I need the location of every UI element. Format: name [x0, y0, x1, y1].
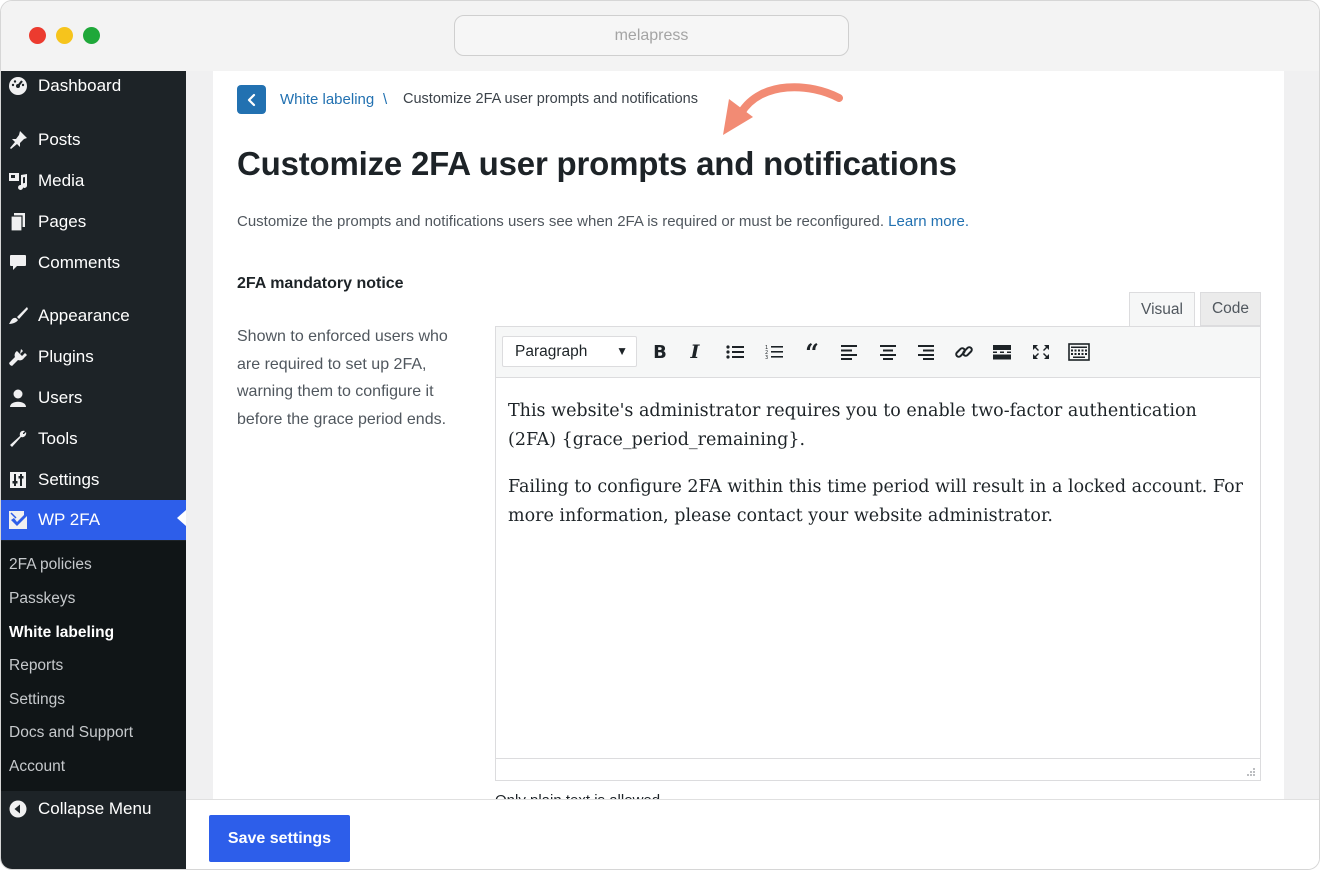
menu-label: Tools [38, 429, 78, 448]
align-left-icon[interactable] [836, 339, 862, 365]
menu-item-appearance[interactable]: Appearance [1, 298, 186, 334]
section-help-text: Shown to enforced users who are required… [237, 328, 448, 428]
address-bar[interactable]: melapress [454, 15, 849, 56]
sliders-icon [7, 469, 29, 491]
menu-label: Media [38, 171, 85, 190]
wp2fa-icon [7, 509, 29, 531]
link-icon[interactable] [951, 339, 977, 365]
editor-paragraph: Failing to configure 2FA within this tim… [508, 477, 1243, 526]
page-title: Customize 2FA user prompts and notificat… [237, 145, 957, 182]
maximize-window-button[interactable] [83, 27, 100, 44]
tab-code[interactable]: Code [1200, 292, 1261, 326]
read-more-icon[interactable] [989, 339, 1015, 365]
rich-text-editor: Paragraph ▼ B I 123 “ This website's adm… [495, 326, 1261, 781]
submenu-item-settings[interactable]: Settings [9, 691, 65, 709]
plugin-icon [7, 346, 29, 368]
menu-item-comments[interactable]: Comments [1, 245, 186, 281]
menu-item-dashboard[interactable]: Dashboard [1, 68, 186, 104]
brush-icon [7, 305, 29, 327]
browser-window: melapress Dashboard Posts Media Pages Co… [0, 0, 1320, 870]
chevron-left-icon [247, 93, 255, 106]
menu-label: Plugins [38, 347, 94, 366]
comment-icon [7, 252, 29, 274]
page-description: Customize the prompts and notifications … [237, 213, 969, 230]
title-bar: melapress [1, 1, 1319, 71]
resize-handle-icon[interactable] [1244, 765, 1256, 777]
menu-item-users[interactable]: Users [1, 380, 186, 416]
bullet-list-icon[interactable] [722, 339, 748, 365]
wrench-icon [7, 428, 29, 450]
pages-icon [7, 211, 29, 233]
menu-label: Comments [38, 253, 121, 272]
submenu-item-white-labeling[interactable]: White labeling [9, 624, 114, 642]
menu-label: Posts [38, 130, 81, 149]
blockquote-icon[interactable]: “ [799, 338, 825, 367]
user-icon [7, 387, 29, 409]
align-center-icon[interactable] [875, 339, 901, 365]
svg-text:3: 3 [765, 355, 768, 360]
menu-item-tools[interactable]: Tools [1, 421, 186, 457]
align-right-icon[interactable] [913, 339, 939, 365]
collapse-menu-label: Collapse Menu [38, 799, 152, 818]
menu-item-pages[interactable]: Pages [1, 204, 186, 240]
submenu-item-reports[interactable]: Reports [9, 657, 63, 675]
minimize-window-button[interactable] [56, 27, 73, 44]
submenu-item-passkeys[interactable]: Passkeys [9, 590, 75, 608]
editor-status-bar [496, 758, 1260, 780]
submenu-item-account[interactable]: Account [9, 758, 65, 776]
submenu-item-2fa-policies[interactable]: 2FA policies [9, 556, 92, 574]
collapse-arrow-icon [7, 798, 29, 820]
chevron-down-icon: ▼ [616, 344, 628, 358]
learn-more-link[interactable]: Learn more. [888, 213, 969, 230]
menu-item-media[interactable]: Media [1, 163, 186, 199]
editor-toolbar: Paragraph ▼ B I 123 “ [496, 327, 1260, 378]
format-select[interactable]: Paragraph ▼ [502, 336, 637, 367]
tab-visual[interactable]: Visual [1129, 292, 1195, 327]
back-button[interactable] [237, 85, 266, 114]
menu-item-plugins[interactable]: Plugins [1, 339, 186, 375]
menu-label: Appearance [38, 306, 130, 325]
breadcrumb-parent-link[interactable]: White labeling [280, 91, 374, 108]
admin-sidebar: Dashboard Posts Media Pages Comments App… [1, 68, 186, 869]
collapse-menu-button[interactable]: Collapse Menu [1, 791, 186, 827]
page-description-text: Customize the prompts and notifications … [237, 213, 884, 230]
menu-label: Dashboard [38, 76, 122, 95]
menu-item-wp-2fa[interactable]: WP 2FA [1, 500, 186, 540]
toolbar-toggle-icon[interactable] [1066, 339, 1092, 365]
menu-label: WP 2FA [38, 510, 101, 529]
menu-label: Pages [38, 212, 87, 231]
dashboard-icon [7, 75, 29, 97]
format-select-value: Paragraph [515, 342, 588, 360]
breadcrumb-current: Customize 2FA user prompts and notificat… [403, 91, 698, 107]
save-settings-button[interactable]: Save settings [209, 815, 350, 862]
section-label: 2FA mandatory notice [237, 275, 404, 292]
wp-2fa-submenu: 2FA policies Passkeys White labeling Rep… [1, 541, 186, 791]
fullscreen-icon[interactable] [1028, 339, 1054, 365]
editor-content-area[interactable]: This website's administrator requires yo… [508, 397, 1248, 549]
pin-icon [7, 129, 29, 151]
media-icon [7, 170, 29, 192]
menu-label: Settings [38, 470, 100, 489]
sticky-footer [186, 799, 1319, 869]
numbered-list-icon[interactable]: 123 [761, 339, 787, 365]
menu-label: Users [38, 388, 83, 407]
bold-icon[interactable]: B [647, 339, 673, 365]
menu-item-posts[interactable]: Posts [1, 122, 186, 158]
breadcrumb-separator: \ [383, 91, 388, 108]
annotation-arrow [723, 83, 843, 135]
submenu-item-docs-and-support[interactable]: Docs and Support [9, 724, 133, 742]
menu-item-settings[interactable]: Settings [1, 462, 186, 498]
close-window-button[interactable] [29, 27, 46, 44]
italic-icon[interactable]: I [682, 339, 708, 365]
editor-paragraph: This website's administrator requires yo… [508, 401, 1197, 450]
